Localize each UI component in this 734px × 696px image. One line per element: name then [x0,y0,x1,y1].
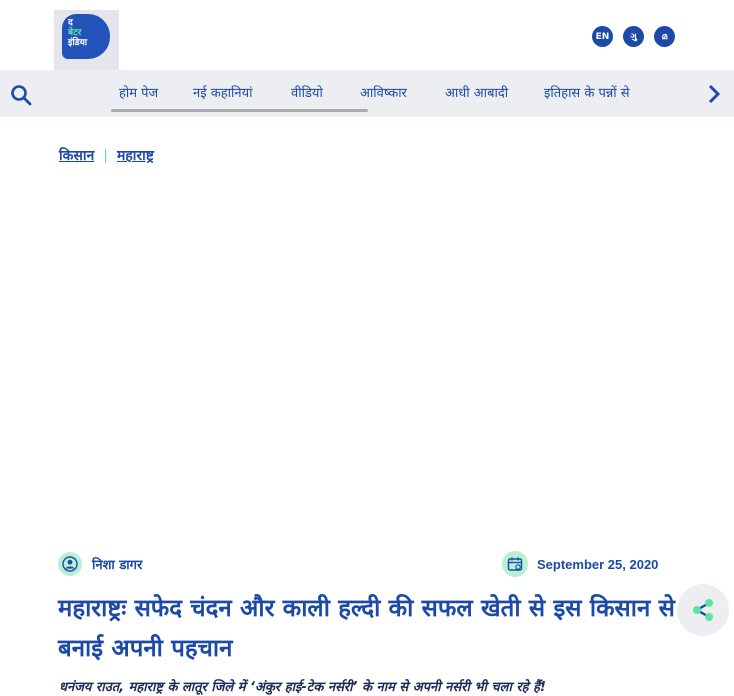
breadcrumb: किसान | महाराष्ट्र [59,146,154,165]
user-icon [58,552,82,576]
language-gujarati-button[interactable]: ગુ [623,26,644,47]
nav-scrollbar[interactable] [111,109,368,112]
author-name[interactable]: निशा डागर [92,555,142,573]
logo-line-3: इंडिया [68,38,88,48]
logo-line-2: बेटर [68,28,82,38]
site-header: द बेटर इंडिया EN ગુ മ [0,0,734,70]
share-icon [693,599,713,621]
logo-line-1: द [68,18,73,28]
author-row: निशा डागर [58,551,142,577]
publish-date: September 25, 2020 [537,556,659,572]
breadcrumb-item-maharashtra[interactable]: महाराष्ट्र [117,148,154,164]
main-nav: होम पेज नई कहानियां वीडियो आविष्कार आधी … [0,70,734,117]
nav-item-women[interactable]: आधी आबादी [445,83,508,101]
calendar-icon [502,551,528,577]
nav-item-new-stories[interactable]: नई कहानियां [193,83,252,101]
breadcrumb-separator: | [103,148,108,164]
logo-heart-icon: द बेटर इंडिया [62,14,110,59]
nav-item-inventions[interactable]: आविष्कार [360,83,407,101]
language-en-button[interactable]: EN [592,26,613,47]
chevron-right-icon[interactable] [704,83,724,105]
nav-item-videos[interactable]: वीडियो [291,83,323,101]
logo-text: द बेटर इंडिया [68,18,87,48]
nav-item-home[interactable]: होम पेज [119,83,158,101]
search-icon[interactable] [10,84,32,106]
date-row: September 25, 2020 [502,551,658,577]
nav-item-history[interactable]: इतिहास के पन्नों से [544,83,630,101]
article-title: महाराष्ट्रः सफेद चंदन और काली हल्दी की स… [58,594,675,662]
article-summary: धनंजय राउत, महाराष्ट्र के लातूर जिले में… [59,680,546,695]
breadcrumb-item-farmer[interactable]: किसान [59,148,94,164]
site-logo[interactable]: द बेटर इंडिया [54,10,119,70]
share-button[interactable] [677,584,729,636]
language-malayalam-button[interactable]: മ [654,26,675,47]
